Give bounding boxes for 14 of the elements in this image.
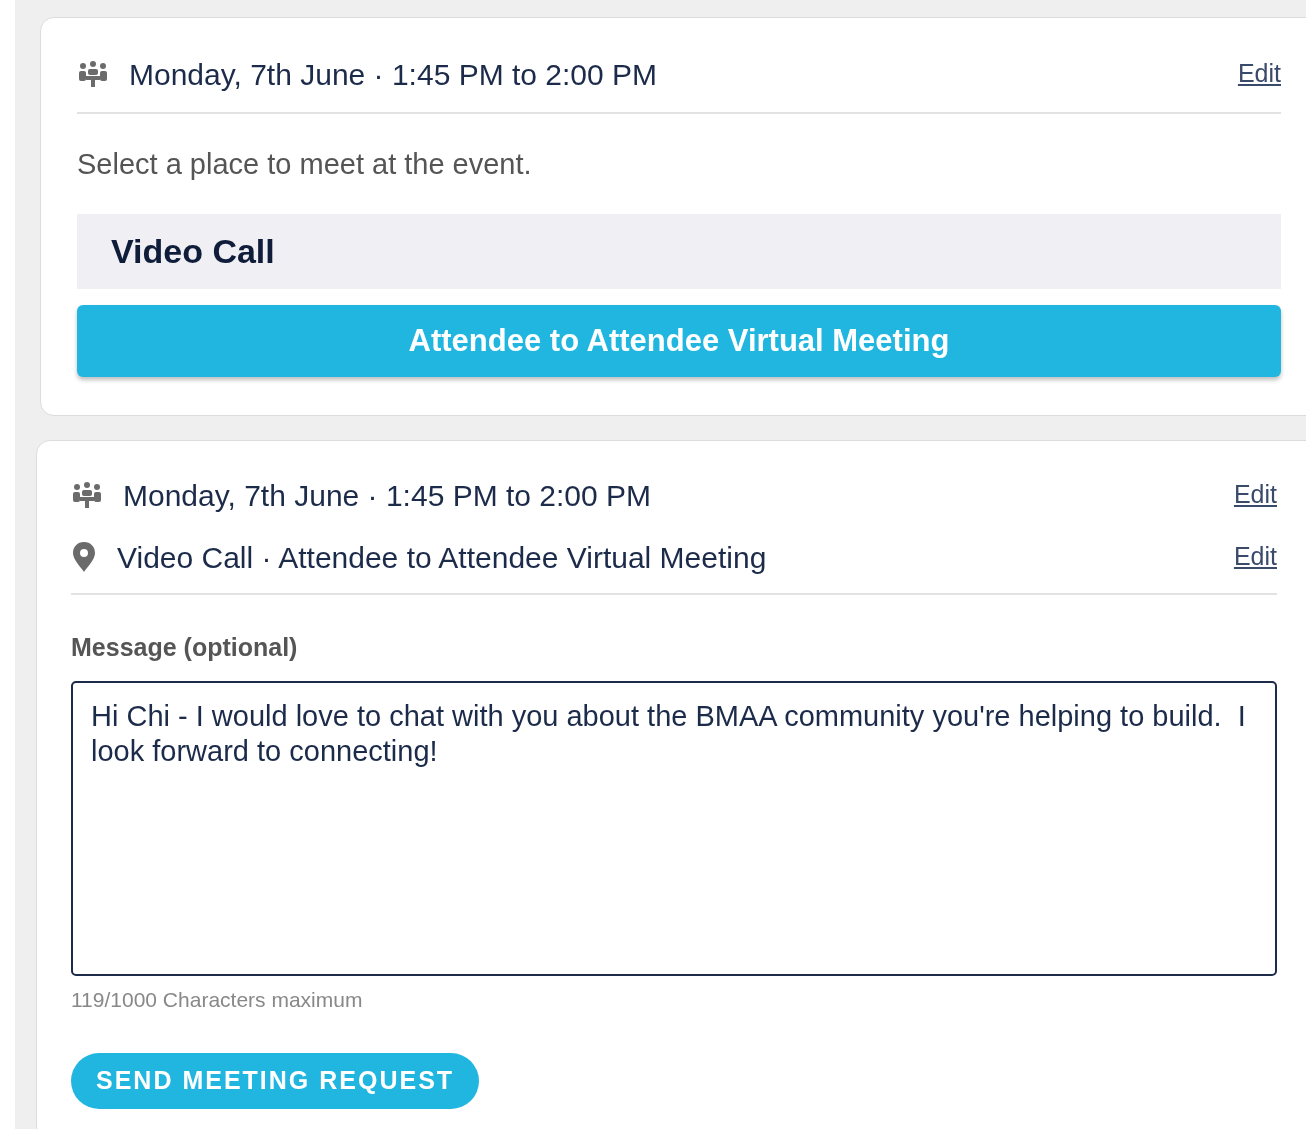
place-group-heading: Video Call xyxy=(111,231,275,272)
edit-link[interactable]: Edit xyxy=(1233,476,1277,514)
edit-link[interactable]: Edit xyxy=(1233,538,1277,576)
edit-link[interactable]: Edit xyxy=(1237,55,1281,93)
location-pin-icon xyxy=(71,541,97,573)
message-label: Message (optional) xyxy=(71,632,299,663)
instruction-text: Select a place to meet at the event. xyxy=(77,147,533,182)
character-counter: 119/1000 Characters maximum xyxy=(71,986,364,1013)
date-time-text: Monday, 7th June · 1:45 PM to 2:00 PM xyxy=(123,477,652,514)
message-field[interactable]: Hi Chi - I would love to chat with you about the BMAA community you're helping to build. I look forward to connecting! xyxy=(71,680,1277,976)
date-time-text: Monday, 7th June · 1:45 PM to 2:00 PM xyxy=(129,56,658,93)
meeting-people-icon xyxy=(77,60,109,88)
location-text: Video Call · Attendee to Attendee Virtual Meeting xyxy=(117,539,767,576)
meeting-people-icon xyxy=(71,481,103,509)
